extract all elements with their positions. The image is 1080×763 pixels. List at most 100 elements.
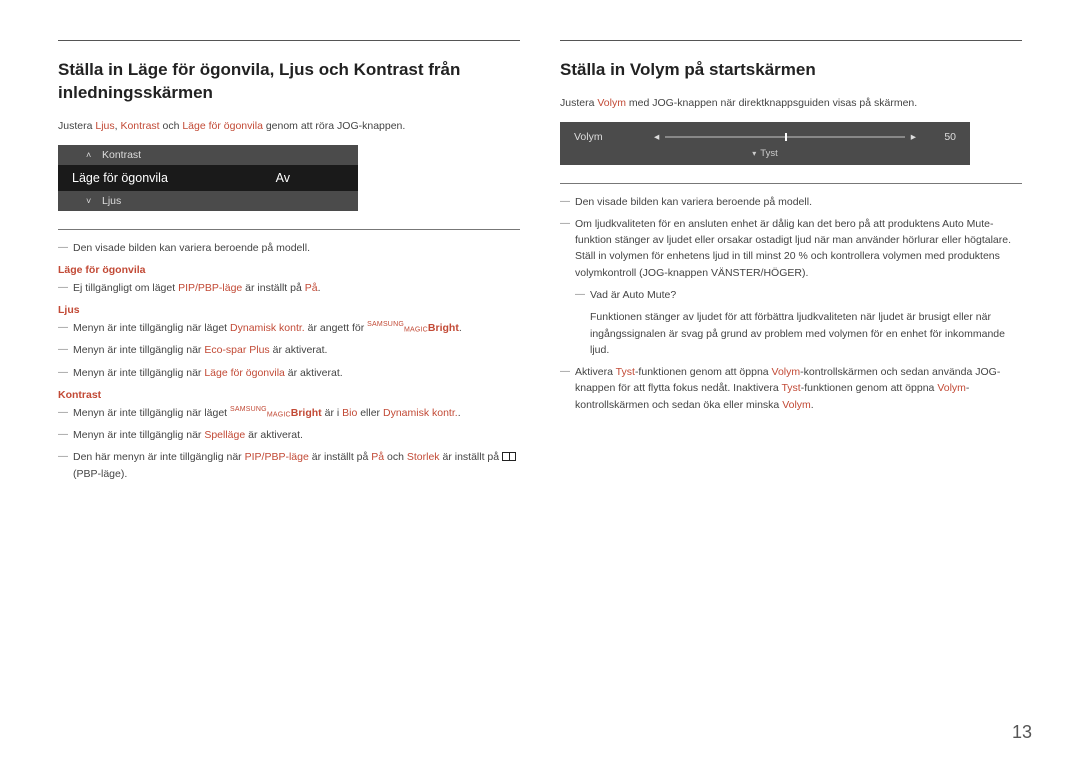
hl: PIP/PBP-läge (178, 282, 242, 294)
t: Menyn är inte tillgänglig när läget (73, 407, 230, 419)
note: Menyn är inte tillgänglig när läget SAMS… (58, 405, 520, 421)
osd-mute-label: Tyst (760, 148, 777, 159)
hl: Eco-spar Plus (204, 344, 269, 356)
t: och (384, 451, 407, 463)
caret-down-icon: ▾ (752, 149, 756, 158)
subhead-eyesaver: Läge för ögonvila (58, 264, 520, 276)
right-heading: Ställa in Volym på startskärmen (560, 59, 1022, 82)
note-answer: Funktionen stänger av ljudet för att för… (575, 309, 1022, 358)
rule (58, 40, 520, 41)
osd-top-label: Kontrast (102, 149, 141, 161)
right-column: Ställa in Volym på startskärmen Justera … (560, 40, 1022, 488)
hl: Tyst (781, 382, 800, 394)
samsung-magic-bright: SAMSUNGMAGICBright (230, 407, 322, 419)
hl: Volym (937, 382, 966, 394)
t: är angett för (305, 322, 367, 334)
t: är i (322, 407, 342, 419)
t: Den här menyn är inte tillgänglig när (73, 451, 245, 463)
left-column: Ställa in Läge för ögonvila, Ljus och Ko… (58, 40, 520, 488)
left-intro: Justera Ljus, Kontrast och Läge för ögon… (58, 119, 520, 135)
t: -funktionen genom att öppna (635, 366, 772, 378)
hl-volym: Volym (597, 97, 626, 109)
left-heading: Ställa in Läge för ögonvila, Ljus och Ko… (58, 59, 520, 105)
osd-eye-saver: ˄ Kontrast Läge för ögonvila Av ˅ Ljus (58, 145, 358, 211)
slider-thumb (785, 133, 787, 141)
caret-left-icon: ◂ (654, 131, 659, 143)
t: är aktiverat. (270, 344, 328, 356)
hl: Volym (782, 399, 811, 411)
osd-row-bottom: ˅ Ljus (58, 191, 358, 211)
osd-sel-value: Av (276, 171, 350, 185)
t: . (811, 399, 814, 411)
note-model: Den visade bilden kan variera beroende p… (58, 240, 520, 256)
hl: Dynamisk kontr. (383, 407, 458, 419)
t: Menyn är inte tillgänglig när (73, 429, 204, 441)
osd-bottom-label: Ljus (102, 195, 121, 207)
t: (PBP-läge). (73, 468, 127, 480)
hl: Volym (772, 366, 801, 378)
t: är aktiverat. (245, 429, 303, 441)
t: är aktiverat. (285, 367, 343, 379)
t: Aktivera (575, 366, 616, 378)
note-mute: Aktivera Tyst-funktionen genom att öppna… (560, 364, 1022, 413)
t: . (458, 407, 461, 419)
note-automute: Om ljudkvaliteten för en ansluten enhet … (560, 216, 1022, 281)
hl-ljus: Ljus (95, 120, 114, 132)
note-question: Vad är Auto Mute? (575, 287, 1022, 303)
hl: Dynamisk kontr. (230, 322, 305, 334)
hl: Tyst (616, 366, 635, 378)
subhead-kontrast: Kontrast (58, 389, 520, 401)
separator (560, 183, 1022, 184)
t: är inställt på (440, 451, 502, 463)
osd-volume-label: Volym (574, 131, 654, 143)
note: Menyn är inte tillgänglig när Eco-spar P… (58, 342, 520, 358)
hl: På (371, 451, 384, 463)
slider-track (665, 136, 904, 138)
separator (58, 229, 520, 230)
t: är inställt på (242, 282, 304, 294)
note: Menyn är inte tillgänglig när Läge för ö… (58, 365, 520, 381)
osd-row-top: ˄ Kontrast (58, 145, 358, 165)
note: Den här menyn är inte tillgänglig när PI… (58, 449, 520, 482)
osd-volume: Volym ◂ ▸ 50 ▾ Tyst (560, 122, 970, 165)
t: Justera (58, 120, 95, 132)
osd-volume-below: ▾ Tyst (560, 148, 970, 159)
hl: Bio (342, 407, 357, 419)
osd-volume-row: Volym ◂ ▸ 50 (560, 128, 970, 146)
hl: Läge för ögonvila (204, 367, 285, 379)
note: Menyn är inte tillgänglig när Spelläge ä… (58, 427, 520, 443)
note: Menyn är inte tillgänglig när läget Dyna… (58, 320, 520, 336)
t: Menyn är inte tillgänglig när läget (73, 322, 230, 334)
osd-sel-label: Läge för ögonvila (72, 171, 168, 185)
t: är inställt på (309, 451, 371, 463)
pbp-icon (502, 452, 516, 461)
t: med JOG-knappen när direktknappsguiden v… (626, 97, 917, 109)
chevron-down-icon: ˅ (86, 196, 96, 206)
hl: Spelläge (204, 429, 245, 441)
subhead-ljus: Ljus (58, 304, 520, 316)
t: eller (357, 407, 383, 419)
right-intro: Justera Volym med JOG-knappen när direkt… (560, 96, 1022, 112)
t: Menyn är inte tillgänglig när (73, 344, 204, 356)
osd-row-selected: Läge för ögonvila Av (58, 165, 358, 191)
page-number: 13 (1012, 722, 1032, 743)
hl: Storlek (407, 451, 440, 463)
rule (560, 40, 1022, 41)
note: Ej tillgängligt om läget PIP/PBP-läge är… (58, 280, 520, 296)
t: genom att röra JOG-knappen. (263, 120, 405, 132)
osd-volume-slider: ◂ ▸ (654, 131, 916, 143)
t: -funktionen genom att öppna (801, 382, 938, 394)
t: . (459, 322, 462, 334)
t: Ej tillgängligt om läget (73, 282, 178, 294)
samsung-magic-bright: SAMSUNGMAGICBright (367, 322, 459, 334)
osd-volume-value: 50 (916, 131, 956, 143)
t: . (318, 282, 321, 294)
t: Justera (560, 97, 597, 109)
hl-lage: Läge för ögonvila (182, 120, 263, 132)
hl: På (305, 282, 318, 294)
hl-kontrast: Kontrast (120, 120, 159, 132)
hl: PIP/PBP-läge (245, 451, 309, 463)
t: Menyn är inte tillgänglig när (73, 367, 204, 379)
note-model: Den visade bilden kan variera beroende p… (560, 194, 1022, 210)
chevron-up-icon: ˄ (86, 150, 96, 160)
